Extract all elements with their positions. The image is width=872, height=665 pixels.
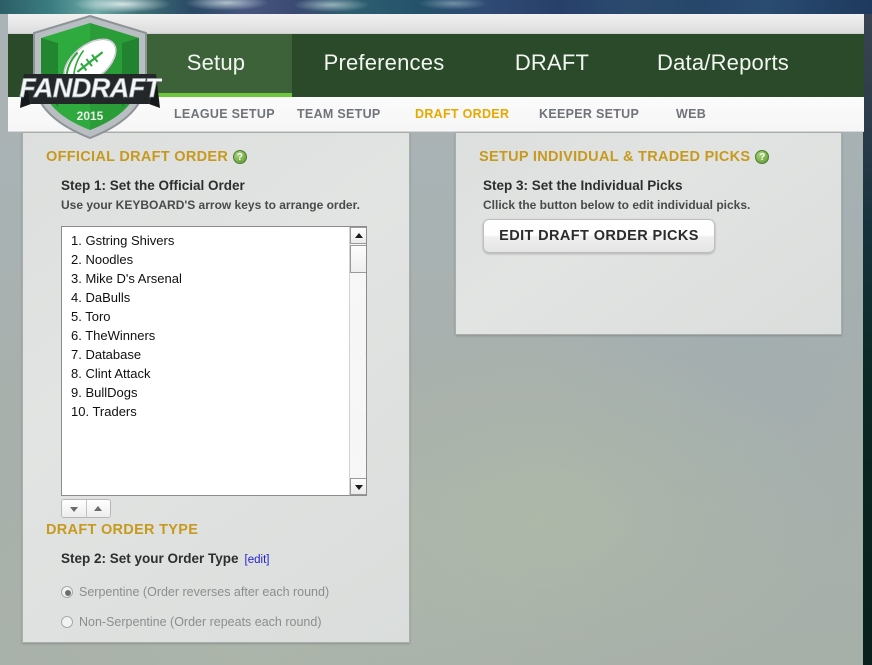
individual-picks-title-text: SETUP INDIVIDUAL & TRADED PICKS bbox=[479, 149, 751, 165]
radio-non-serpentine-label: Non-Serpentine (Order repeats each round… bbox=[79, 615, 322, 629]
scroll-down-arrow-icon[interactable] bbox=[350, 478, 366, 495]
subnav-item-league-setup-label: LEAGUE SETUP bbox=[174, 107, 275, 121]
nav-tab-draft[interactable]: DRAFT bbox=[476, 34, 628, 97]
list-item[interactable]: 8. Clint Attack bbox=[62, 364, 350, 383]
reorder-button-group bbox=[61, 499, 111, 518]
desktop-background: Setup Preferences DRAFT Data/Reports LEA… bbox=[0, 0, 872, 665]
official-draft-order-panel: OFFICIAL DRAFT ORDER? Step 1: Set the Of… bbox=[22, 132, 410, 643]
scroll-up-arrow-icon[interactable] bbox=[350, 227, 366, 244]
step2-heading: Step 2: Set your Order Type [edit] bbox=[61, 551, 269, 566]
chevron-up-icon bbox=[94, 505, 103, 511]
step1-subtext: Use your KEYBOARD'S arrow keys to arrang… bbox=[61, 198, 360, 212]
nav-tab-preferences-label: Preferences bbox=[323, 50, 445, 75]
help-icon[interactable]: ? bbox=[755, 150, 770, 164]
radio-row-serpentine[interactable]: Serpentine (Order reverses after each ro… bbox=[61, 585, 329, 599]
nav-tab-setup[interactable]: Setup bbox=[140, 34, 292, 97]
radio-row-non-serpentine[interactable]: Non-Serpentine (Order repeats each round… bbox=[61, 615, 322, 629]
background-photo-top-strip bbox=[0, 0, 872, 14]
subnav-item-team-setup[interactable]: TEAM SETUP bbox=[297, 97, 381, 132]
step1-heading: Step 1: Set the Official Order bbox=[61, 178, 245, 193]
step2-heading-text: Step 2: Set your Order Type bbox=[61, 551, 239, 566]
background-photo-right-edge bbox=[863, 14, 872, 665]
list-item[interactable]: 7. Database bbox=[62, 345, 350, 364]
step3-subtext: Cllick the button below to edit individu… bbox=[483, 198, 751, 212]
official-draft-order-title-text: OFFICIAL DRAFT ORDER bbox=[46, 149, 229, 165]
main-navigation-bar: Setup Preferences DRAFT Data/Reports bbox=[8, 34, 864, 97]
step3-heading: Step 3: Set the Individual Picks bbox=[483, 178, 683, 193]
subnav-item-web-label: WEB bbox=[676, 107, 707, 121]
list-item[interactable]: 6. TheWinners bbox=[62, 326, 350, 345]
edit-draft-order-picks-label: EDIT DRAFT ORDER PICKS bbox=[499, 228, 699, 244]
list-item[interactable]: 5. Toro bbox=[62, 307, 350, 326]
list-item[interactable]: 3. Mike D's Arsenal bbox=[62, 269, 350, 288]
chevron-down-icon bbox=[69, 506, 78, 512]
subnav-item-team-setup-label: TEAM SETUP bbox=[297, 107, 381, 121]
scrollbar-thumb[interactable] bbox=[350, 245, 366, 273]
radio-non-serpentine[interactable] bbox=[61, 616, 73, 628]
subnav-item-keeper-setup[interactable]: KEEPER SETUP bbox=[539, 97, 639, 132]
listbox-scrollbar[interactable] bbox=[349, 227, 366, 495]
subnav-item-keeper-setup-label: KEEPER SETUP bbox=[539, 107, 640, 121]
subnav-item-web[interactable]: WEB bbox=[676, 97, 706, 132]
nav-tab-data-reports-label: Data/Reports bbox=[656, 50, 789, 75]
draft-order-list[interactable]: 1. Gstring Shivers 2. Noodles 3. Mike D'… bbox=[62, 227, 350, 495]
subnav-item-draft-order-label: DRAFT ORDER bbox=[415, 107, 510, 121]
individual-picks-title: SETUP INDIVIDUAL & TRADED PICKS? bbox=[479, 149, 770, 165]
draft-order-type-title: DRAFT ORDER TYPE bbox=[46, 522, 199, 538]
move-down-button[interactable] bbox=[62, 500, 86, 517]
subnav-item-draft-order[interactable]: DRAFT ORDER bbox=[415, 97, 509, 132]
nav-tab-draft-label: DRAFT bbox=[514, 50, 590, 75]
nav-tab-setup-label: Setup bbox=[186, 50, 246, 75]
help-icon[interactable]: ? bbox=[233, 150, 248, 164]
individual-traded-picks-panel: SETUP INDIVIDUAL & TRADED PICKS? Step 3:… bbox=[455, 132, 842, 335]
subnav-item-league-setup[interactable]: LEAGUE SETUP bbox=[174, 97, 275, 132]
list-item[interactable]: 10. Traders bbox=[62, 402, 350, 421]
official-draft-order-title: OFFICIAL DRAFT ORDER? bbox=[46, 149, 248, 165]
list-item[interactable]: 4. DaBulls bbox=[62, 288, 350, 307]
nav-tab-data-reports[interactable]: Data/Reports bbox=[628, 34, 818, 97]
list-item[interactable]: 1. Gstring Shivers bbox=[62, 231, 350, 250]
edit-order-type-link[interactable]: [edit] bbox=[245, 554, 270, 566]
move-up-button[interactable] bbox=[85, 500, 110, 517]
window-titlebar bbox=[8, 14, 864, 34]
radio-serpentine-label: Serpentine (Order reverses after each ro… bbox=[79, 585, 330, 599]
list-item[interactable]: 9. BullDogs bbox=[62, 383, 350, 402]
nav-tab-preferences[interactable]: Preferences bbox=[292, 34, 476, 97]
radio-serpentine[interactable] bbox=[61, 586, 73, 598]
edit-draft-order-picks-button[interactable]: EDIT DRAFT ORDER PICKS bbox=[483, 219, 715, 253]
list-item[interactable]: 2. Noodles bbox=[62, 250, 350, 269]
draft-order-listbox[interactable]: 1. Gstring Shivers 2. Noodles 3. Mike D'… bbox=[61, 226, 367, 496]
fandraft-application-window: Setup Preferences DRAFT Data/Reports LEA… bbox=[8, 14, 864, 665]
sub-navigation-bar: LEAGUE SETUP TEAM SETUP DRAFT ORDER KEEP… bbox=[8, 97, 864, 132]
